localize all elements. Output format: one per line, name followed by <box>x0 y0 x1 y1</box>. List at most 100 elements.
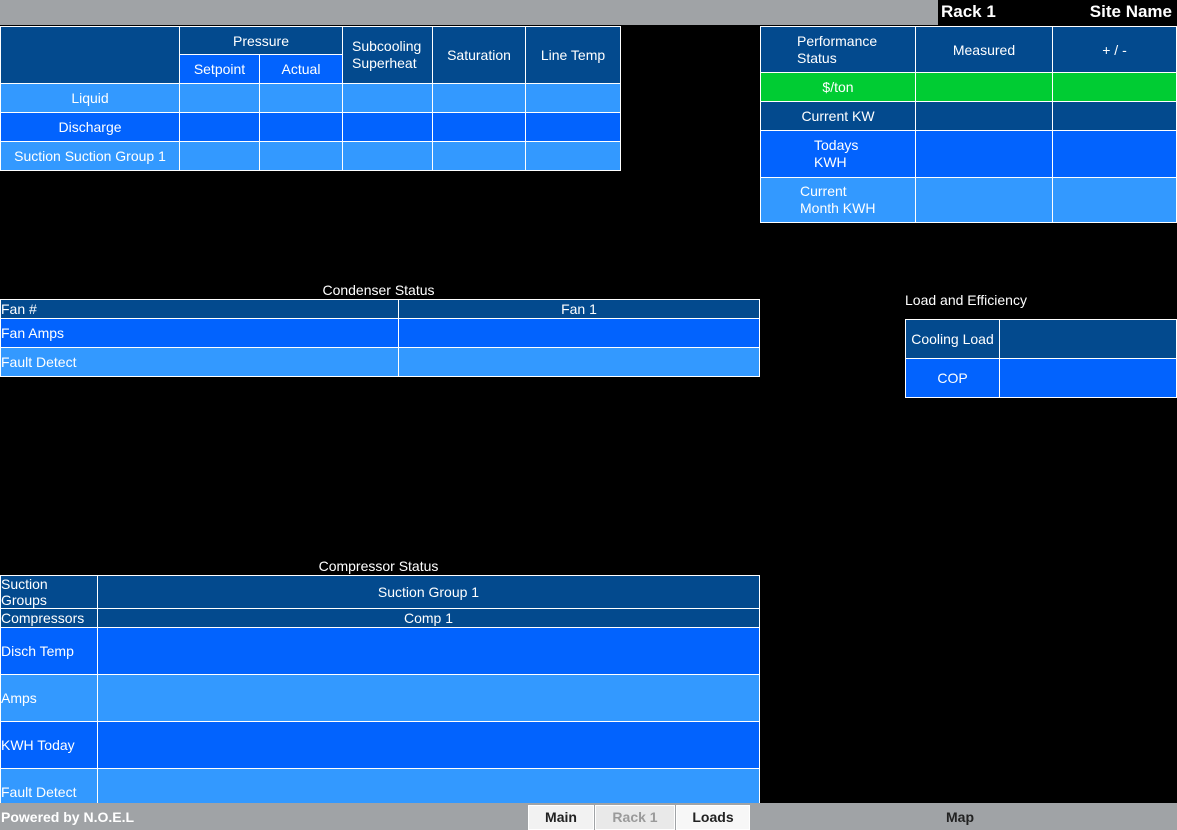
fan-amps-value-cell <box>398 318 760 348</box>
row-label: Disch Temp <box>0 627 98 675</box>
suction-actual-cell <box>259 141 343 171</box>
loads-nav-button[interactable]: Loads <box>676 805 750 830</box>
compressor-compressors-row: Compressors Comp 1 <box>0 608 760 628</box>
row-label: Liquid <box>0 83 180 113</box>
current-month-kwh-delta-cell <box>1052 177 1177 223</box>
fan-fault-value-cell <box>398 347 760 377</box>
row-label: Current KW <box>760 101 916 131</box>
fan-number-label: Fan # <box>0 299 399 319</box>
compressor-table: Suction Groups Suction Group 1 Compresso… <box>0 575 760 816</box>
row-label: Amps <box>0 674 98 722</box>
kwh-today-value-cell <box>97 721 760 769</box>
row-label: KWH Today <box>0 721 98 769</box>
subcooling-label: Subcooling <box>352 38 422 54</box>
condenser-row-fan-amps: Fan Amps <box>0 318 760 348</box>
setpoint-header: Setpoint <box>179 54 260 84</box>
load-efficiency-title: Load and Efficiency <box>905 292 1027 308</box>
condenser-header-row: Fan # Fan 1 <box>0 299 760 319</box>
pressure-corner-cell <box>0 26 180 84</box>
liquid-subcooling-cell <box>342 83 433 113</box>
load-row-cooling-load: Cooling Load <box>905 319 1177 359</box>
disch-temp-value-cell <box>97 627 760 675</box>
title-bar: Rack 1 Site Name <box>938 0 1177 25</box>
suction-groups-label: Suction Groups <box>0 575 98 609</box>
current-kw-measured-cell <box>915 101 1053 131</box>
superheat-label: Superheat <box>352 55 417 71</box>
discharge-line-temp-cell <box>525 112 621 142</box>
row-label-line1: Todays <box>814 137 859 153</box>
dollar-per-ton-measured-cell <box>915 72 1053 102</box>
row-label: COP <box>905 358 1000 398</box>
suction-line-temp-cell <box>525 141 621 171</box>
todays-kwh-measured-cell <box>915 130 1053 178</box>
condenser-row-fault-detect: Fault Detect <box>0 347 760 377</box>
pressure-row-discharge: Discharge <box>0 112 621 142</box>
measured-header: Measured <box>915 26 1053 73</box>
load-row-cop: COP <box>905 358 1177 398</box>
discharge-actual-cell <box>259 112 343 142</box>
suction-saturation-cell <box>432 141 526 171</box>
dollar-per-ton-delta-cell <box>1052 72 1177 102</box>
perf-row-todays-kwh: Todays KWH <box>760 130 1177 178</box>
subcooling-superheat-header: Subcooling Superheat <box>342 26 433 84</box>
liquid-setpoint-cell <box>179 83 260 113</box>
suction-superheat-cell <box>342 141 433 171</box>
liquid-saturation-cell <box>432 83 526 113</box>
actual-header: Actual <box>259 54 343 84</box>
compressor-suction-groups-row: Suction Groups Suction Group 1 <box>0 575 760 609</box>
discharge-saturation-cell <box>432 112 526 142</box>
perf-row-dollar-per-ton: $/ton <box>760 72 1177 102</box>
row-label: Todays KWH <box>760 130 916 178</box>
compressor-row-kwh-today: KWH Today <box>0 721 760 769</box>
performance-label: Performance <box>797 32 878 49</box>
todays-kwh-delta-cell <box>1052 130 1177 178</box>
pressure-row-liquid: Liquid <box>0 83 621 113</box>
compressor-status-title: Compressor Status <box>318 558 439 574</box>
condenser-status-title: Condenser Status <box>322 282 435 298</box>
row-label-line1: Current <box>800 183 847 199</box>
saturation-header: Saturation <box>432 26 526 84</box>
condenser-table: Fan # Fan 1 Fan Amps Fault Detect <box>0 299 760 377</box>
discharge-superheat-cell <box>342 112 433 142</box>
current-month-kwh-measured-cell <box>915 177 1053 223</box>
rack-1-nav-button[interactable]: Rack 1 <box>595 805 675 830</box>
pressure-table: Pressure Subcooling Superheat Saturation… <box>0 26 621 171</box>
perf-row-current-kw: Current KW <box>760 101 1177 131</box>
compressors-label: Compressors <box>0 608 98 628</box>
current-kw-delta-cell <box>1052 101 1177 131</box>
map-nav-link[interactable]: Map <box>946 809 974 825</box>
row-label-line2: KWH <box>814 154 847 170</box>
cooling-load-value-cell <box>999 319 1177 359</box>
plus-minus-header: + / - <box>1052 26 1177 73</box>
row-label: Fault Detect <box>0 347 399 377</box>
rack-title: Rack 1 <box>941 2 996 21</box>
status-label: Status <box>797 49 837 66</box>
pressure-row-suction: Suction Suction Group 1 <box>0 141 621 171</box>
compressor-row-amps: Amps <box>0 674 760 722</box>
row-label: Fan Amps <box>0 318 399 348</box>
site-name: Site Name <box>1089 2 1172 21</box>
perf-row-current-month-kwh: Current Month KWH <box>760 177 1177 223</box>
liquid-actual-cell <box>259 83 343 113</box>
comp-1-header: Comp 1 <box>97 608 760 628</box>
row-label: $/ton <box>760 72 916 102</box>
row-label: Discharge <box>0 112 180 142</box>
suction-setpoint-cell <box>179 141 260 171</box>
load-efficiency-table: Cooling Load COP <box>905 319 1177 398</box>
compressor-row-disch-temp: Disch Temp <box>0 627 760 675</box>
row-label: Suction Suction Group 1 <box>0 141 180 171</box>
pressure-header: Pressure <box>179 26 343 55</box>
amps-value-cell <box>97 674 760 722</box>
performance-status-header: Performance Status <box>760 26 916 73</box>
row-label: Cooling Load <box>905 319 1000 359</box>
discharge-setpoint-cell <box>179 112 260 142</box>
line-temp-header: Line Temp <box>525 26 621 84</box>
fan-1-header: Fan 1 <box>398 299 760 319</box>
powered-by-text: Powered by N.O.E.L <box>1 809 135 825</box>
row-label-line2: Month KWH <box>800 200 876 216</box>
liquid-line-temp-cell <box>525 83 621 113</box>
cop-value-cell <box>999 358 1177 398</box>
performance-table: Performance Status Measured + / - $/ton … <box>760 26 1177 223</box>
main-nav-button[interactable]: Main <box>528 805 594 830</box>
suction-group-1-header: Suction Group 1 <box>97 575 760 609</box>
